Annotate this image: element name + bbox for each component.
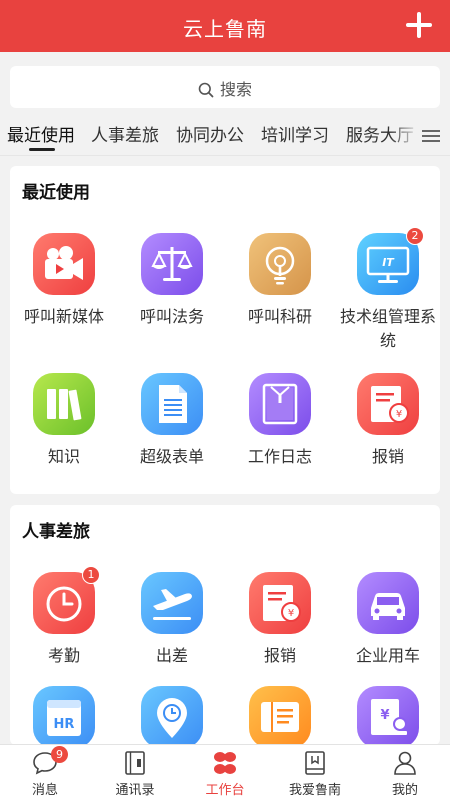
nav-label: 消息 bbox=[31, 783, 58, 798]
app-label: 技术组管理系统 bbox=[339, 307, 436, 350]
app-attendance[interactable]: 1 考勤 bbox=[10, 566, 118, 668]
nav-messages[interactable]: 9 消息 bbox=[0, 745, 90, 800]
active-tab-indicator bbox=[29, 148, 55, 151]
form-document-icon bbox=[141, 373, 203, 435]
svg-text:IT: IT bbox=[382, 256, 395, 269]
tabs-fade bbox=[390, 112, 420, 155]
airplane-icon bbox=[141, 572, 203, 634]
location-clock-icon bbox=[141, 686, 203, 745]
app-hr[interactable]: HR bbox=[10, 686, 118, 745]
notification-badge: 1 bbox=[82, 566, 100, 584]
nav-love-lunan[interactable]: 我爱鲁南 bbox=[270, 745, 360, 800]
workbench-icon bbox=[212, 750, 238, 776]
person-icon bbox=[392, 750, 418, 776]
nav-label: 我爱鲁南 bbox=[288, 783, 341, 798]
section-title: 最近使用 bbox=[22, 183, 90, 203]
app-label: 报销 bbox=[263, 646, 296, 665]
app-label: 超级表单 bbox=[139, 447, 204, 466]
recent-section: 最近使用 呼叫新媒体 呼叫法务 呼叫科研 IT 2 技术组管理系统 知识 超级表… bbox=[10, 166, 440, 494]
svg-text:HR: HR bbox=[54, 717, 75, 732]
app-label: 企业用车 bbox=[355, 646, 420, 665]
app-label: 呼叫新媒体 bbox=[23, 307, 104, 326]
chat-bubble-icon: 9 bbox=[32, 746, 68, 776]
search-bar-container: 搜索 bbox=[0, 52, 450, 118]
section-title: 人事差旅 bbox=[22, 522, 90, 542]
nav-contacts[interactable]: 通讯录 bbox=[90, 745, 180, 800]
tab-training[interactable]: 培训学习 bbox=[261, 121, 329, 146]
app-ticket[interactable] bbox=[226, 686, 334, 745]
ticket-icon bbox=[249, 686, 311, 745]
nav-workbench[interactable]: 工作台 bbox=[180, 745, 270, 800]
it-monitor-icon: IT 2 bbox=[357, 227, 424, 295]
svg-text:¥: ¥ bbox=[380, 708, 389, 723]
reimbursement-icon: ¥ bbox=[249, 572, 311, 634]
tab-hr-travel[interactable]: 人事差旅 bbox=[91, 121, 159, 146]
app-label: 知识 bbox=[47, 447, 80, 466]
bottom-nav: 9 消息 通讯录 工作台 我爱鲁南 我的 bbox=[0, 744, 450, 800]
scales-icon bbox=[141, 233, 203, 295]
app-company-car[interactable]: 企业用车 bbox=[334, 572, 440, 668]
hr-icon: HR bbox=[33, 686, 95, 745]
app-label: 报销 bbox=[371, 447, 404, 466]
search-icon bbox=[198, 82, 214, 98]
nav-label: 我的 bbox=[391, 783, 418, 798]
notification-badge: 2 bbox=[406, 227, 424, 245]
app-title: 云上鲁南 bbox=[183, 17, 267, 41]
plus-icon[interactable] bbox=[406, 12, 432, 38]
search-placeholder: 搜索 bbox=[219, 80, 252, 99]
app-label: 考勤 bbox=[47, 646, 80, 665]
app-label: 出差 bbox=[155, 646, 188, 665]
books-icon bbox=[33, 373, 95, 435]
lightbulb-icon bbox=[249, 233, 311, 295]
app-legal[interactable]: 呼叫法务 bbox=[118, 233, 226, 329]
notification-badge: 9 bbox=[51, 746, 68, 763]
clock-icon: 1 bbox=[33, 566, 100, 634]
app-label: 工作日志 bbox=[247, 447, 312, 466]
address-book-icon bbox=[122, 750, 148, 776]
nav-label: 通讯录 bbox=[115, 783, 155, 798]
app-label: 呼叫科研 bbox=[247, 307, 312, 326]
app-header: 云上鲁南 bbox=[0, 0, 450, 52]
car-icon bbox=[357, 572, 419, 634]
category-tabs: 最近使用 人事差旅 协同办公 培训学习 服务大厅 bbox=[0, 112, 450, 156]
app-business-trip[interactable]: 出差 bbox=[118, 572, 226, 668]
nav-me[interactable]: 我的 bbox=[360, 745, 450, 800]
app-work-log[interactable]: 工作日志 bbox=[226, 373, 334, 469]
tab-collaboration[interactable]: 协同办公 bbox=[176, 121, 244, 146]
reimbursement-icon: ¥ bbox=[357, 373, 419, 435]
app-knowledge[interactable]: 知识 bbox=[10, 373, 118, 469]
yuan-document-icon: ¥ bbox=[357, 686, 419, 745]
bookmark-book-icon bbox=[302, 750, 328, 776]
svg-text:¥: ¥ bbox=[396, 409, 402, 420]
app-reimbursement[interactable]: ¥ 报销 bbox=[334, 373, 442, 469]
search-input[interactable]: 搜索 bbox=[10, 66, 440, 108]
hr-travel-section: 人事差旅 1 考勤 出差 ¥ 报销 企业用车 HR ¥ bbox=[10, 505, 440, 745]
video-camera-icon bbox=[33, 233, 95, 295]
app-research[interactable]: 呼叫科研 bbox=[226, 233, 334, 329]
app-expense-doc[interactable]: ¥ bbox=[334, 686, 440, 745]
app-tech-management[interactable]: IT 2 技术组管理系统 bbox=[334, 227, 442, 353]
nav-label: 工作台 bbox=[205, 783, 245, 798]
notebook-icon bbox=[249, 373, 311, 435]
app-reimbursement-2[interactable]: ¥ 报销 bbox=[226, 572, 334, 668]
tab-recent[interactable]: 最近使用 bbox=[7, 121, 75, 146]
svg-text:¥: ¥ bbox=[288, 608, 294, 619]
app-new-media[interactable]: 呼叫新媒体 bbox=[10, 233, 118, 329]
app-location[interactable] bbox=[118, 686, 226, 745]
app-label: 呼叫法务 bbox=[139, 307, 204, 326]
app-super-form[interactable]: 超级表单 bbox=[118, 373, 226, 469]
menu-icon[interactable] bbox=[422, 130, 440, 142]
